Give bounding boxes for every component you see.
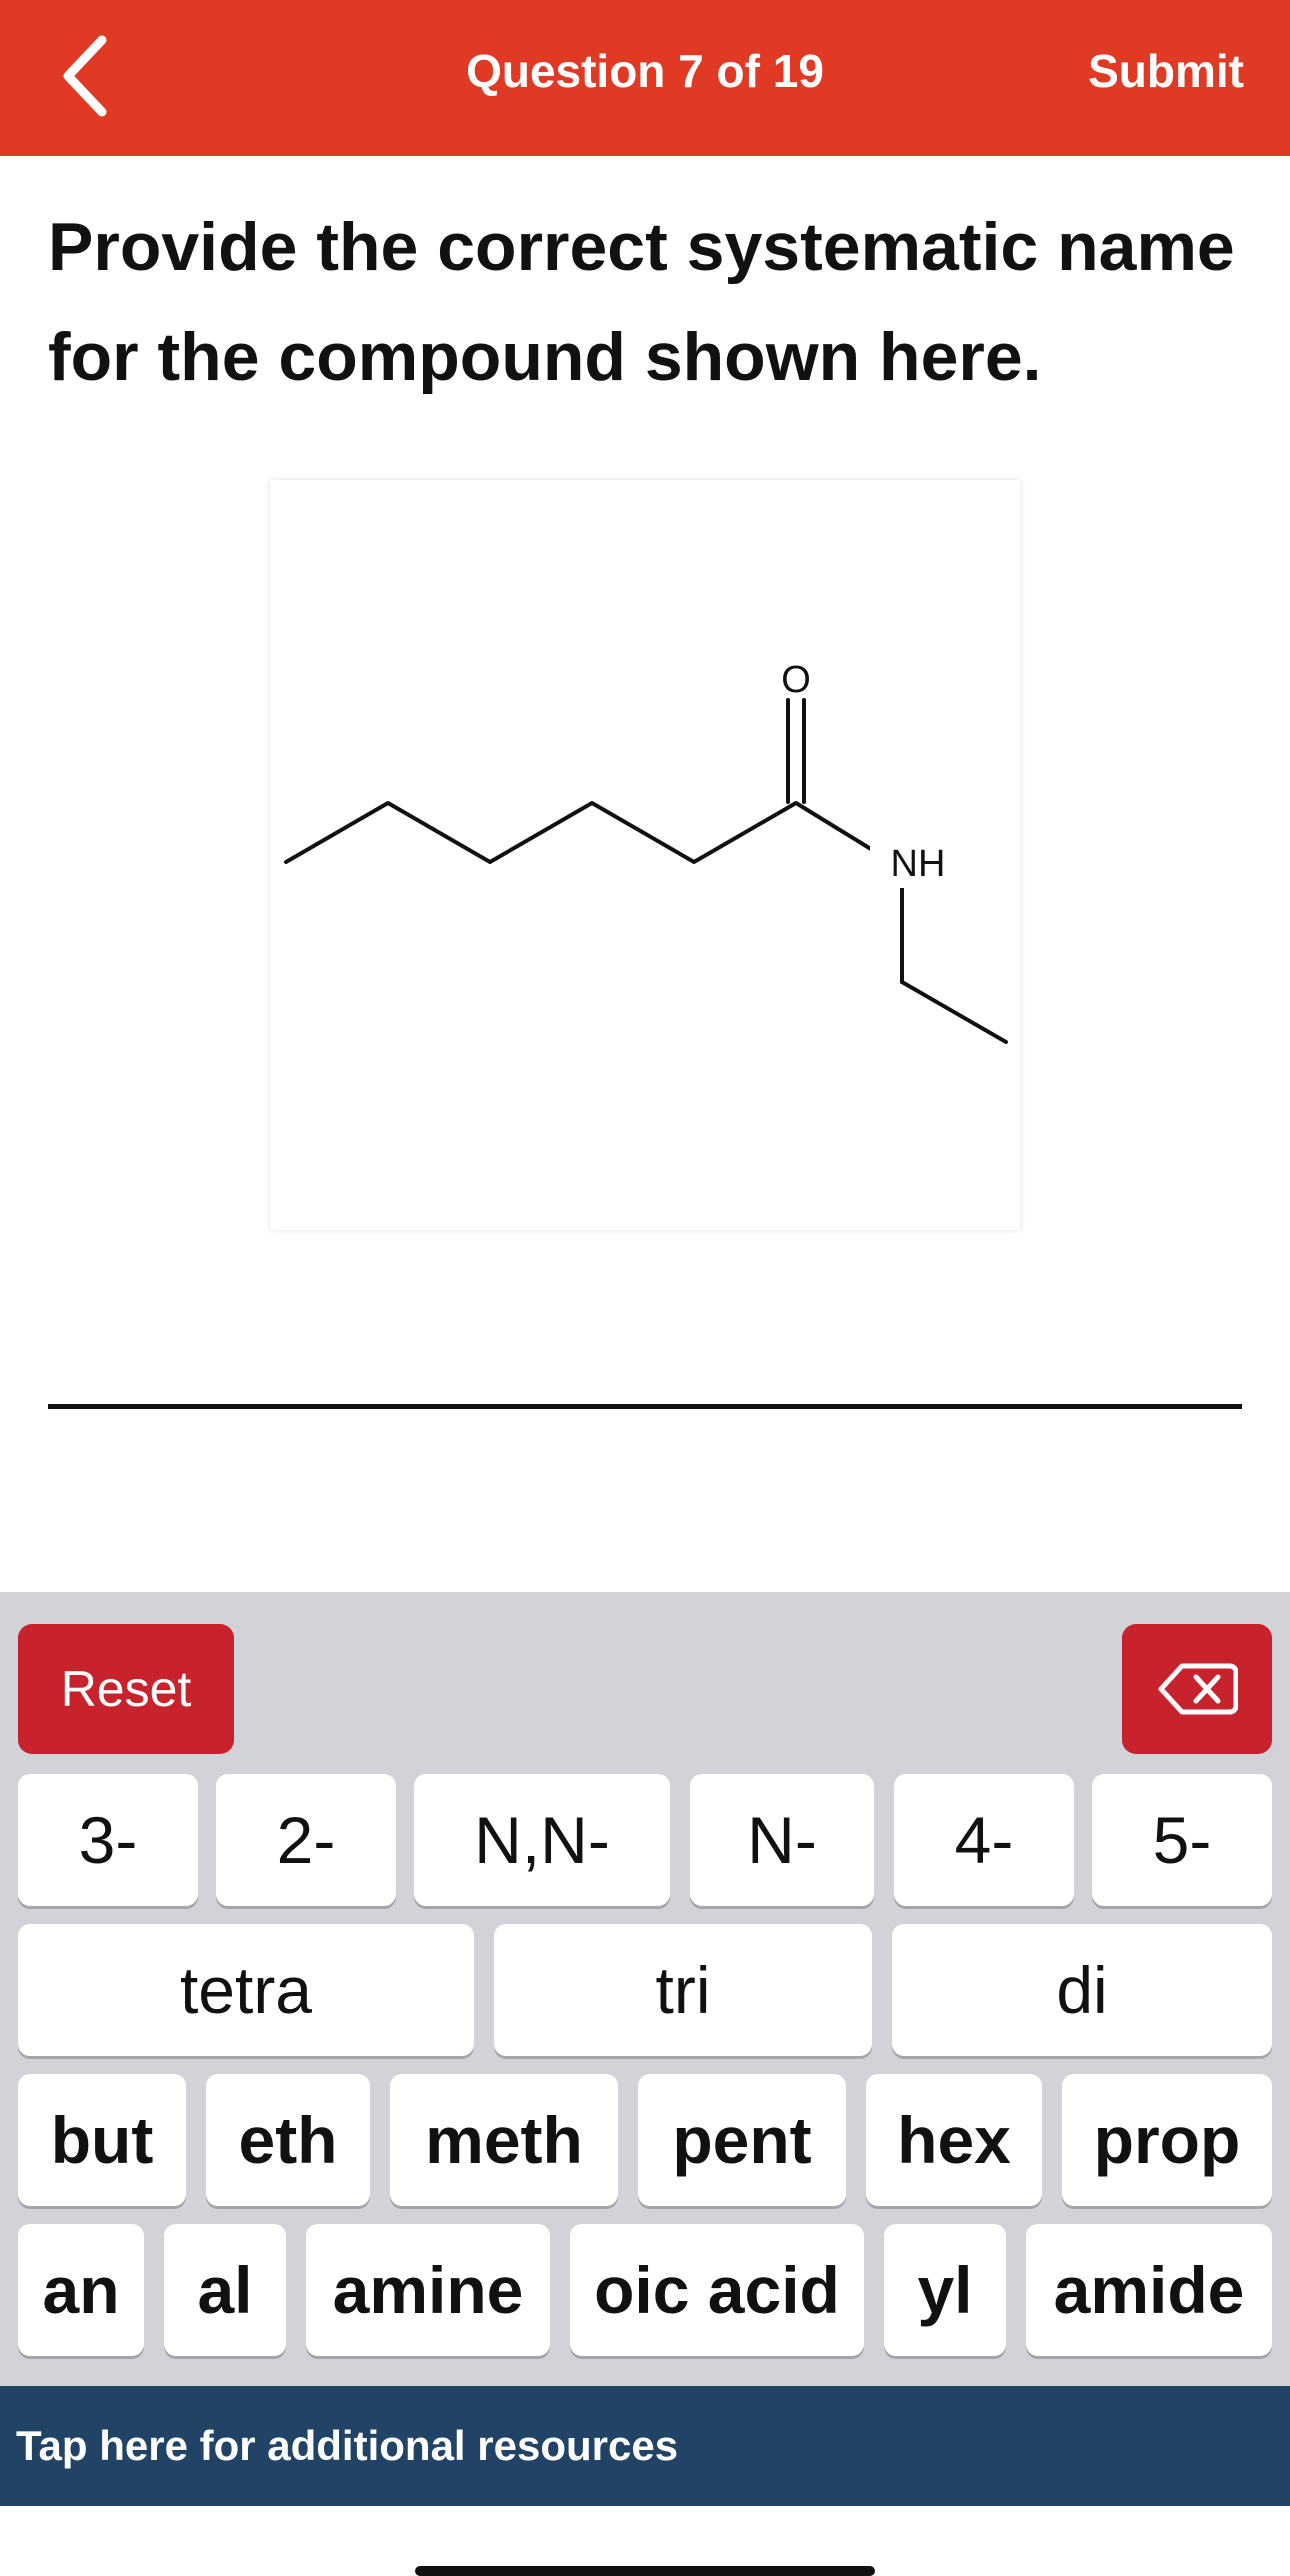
oxygen-atom-label: O	[781, 659, 811, 701]
key-tetra[interactable]: tetra	[18, 1924, 474, 2056]
key-4-locant[interactable]: 4-	[894, 1774, 1074, 1906]
nitrogen-ethyl-bond-2	[900, 980, 1008, 1044]
key-eth[interactable]: eth	[206, 2074, 370, 2206]
key-2-locant[interactable]: 2-	[216, 1774, 396, 1906]
additional-resources-bar[interactable]: Tap here for additional resources	[0, 2386, 1290, 2506]
key-oic-acid[interactable]: oic acid	[570, 2224, 864, 2356]
key-but[interactable]: but	[18, 2074, 186, 2206]
backspace-icon	[1158, 1663, 1238, 1715]
backspace-button[interactable]	[1122, 1624, 1272, 1754]
key-prop[interactable]: prop	[1062, 2074, 1272, 2206]
key-an[interactable]: an	[18, 2224, 144, 2356]
name-builder-keyboard: Reset 3- 2- N,N- N- 4- 5- tetra tri di b…	[0, 1592, 1290, 2386]
key-al[interactable]: al	[164, 2224, 286, 2356]
key-meth[interactable]: meth	[390, 2074, 618, 2206]
key-5-locant[interactable]: 5-	[1092, 1774, 1272, 1906]
key-n-locant[interactable]: N-	[690, 1774, 874, 1906]
answer-field[interactable]	[48, 1404, 1242, 1409]
key-yl[interactable]: yl	[884, 2224, 1006, 2356]
structure-drawing: O NH	[284, 659, 1008, 1044]
question-text: Provide the correct systematic name for …	[48, 209, 1235, 395]
home-indicator[interactable]	[415, 2566, 875, 2576]
carbon-chain-bonds	[284, 801, 894, 864]
header-bar: Question 7 of 19 Submit	[0, 0, 1290, 156]
key-pent[interactable]: pent	[638, 2074, 846, 2206]
nitrogen-atom-label: NH	[891, 843, 946, 885]
compound-structure: O NH	[270, 480, 1020, 1230]
reset-button[interactable]: Reset	[18, 1624, 234, 1754]
submit-button[interactable]: Submit	[1088, 44, 1244, 98]
key-n-n-locant[interactable]: N,N-	[414, 1774, 670, 1906]
key-amide[interactable]: amide	[1026, 2224, 1272, 2356]
key-3-locant[interactable]: 3-	[18, 1774, 198, 1906]
key-amine[interactable]: amine	[306, 2224, 550, 2356]
key-di[interactable]: di	[892, 1924, 1272, 2056]
additional-resources-label: Tap here for additional resources	[16, 2422, 679, 2469]
key-tri[interactable]: tri	[494, 1924, 872, 2056]
key-hex[interactable]: hex	[866, 2074, 1042, 2206]
